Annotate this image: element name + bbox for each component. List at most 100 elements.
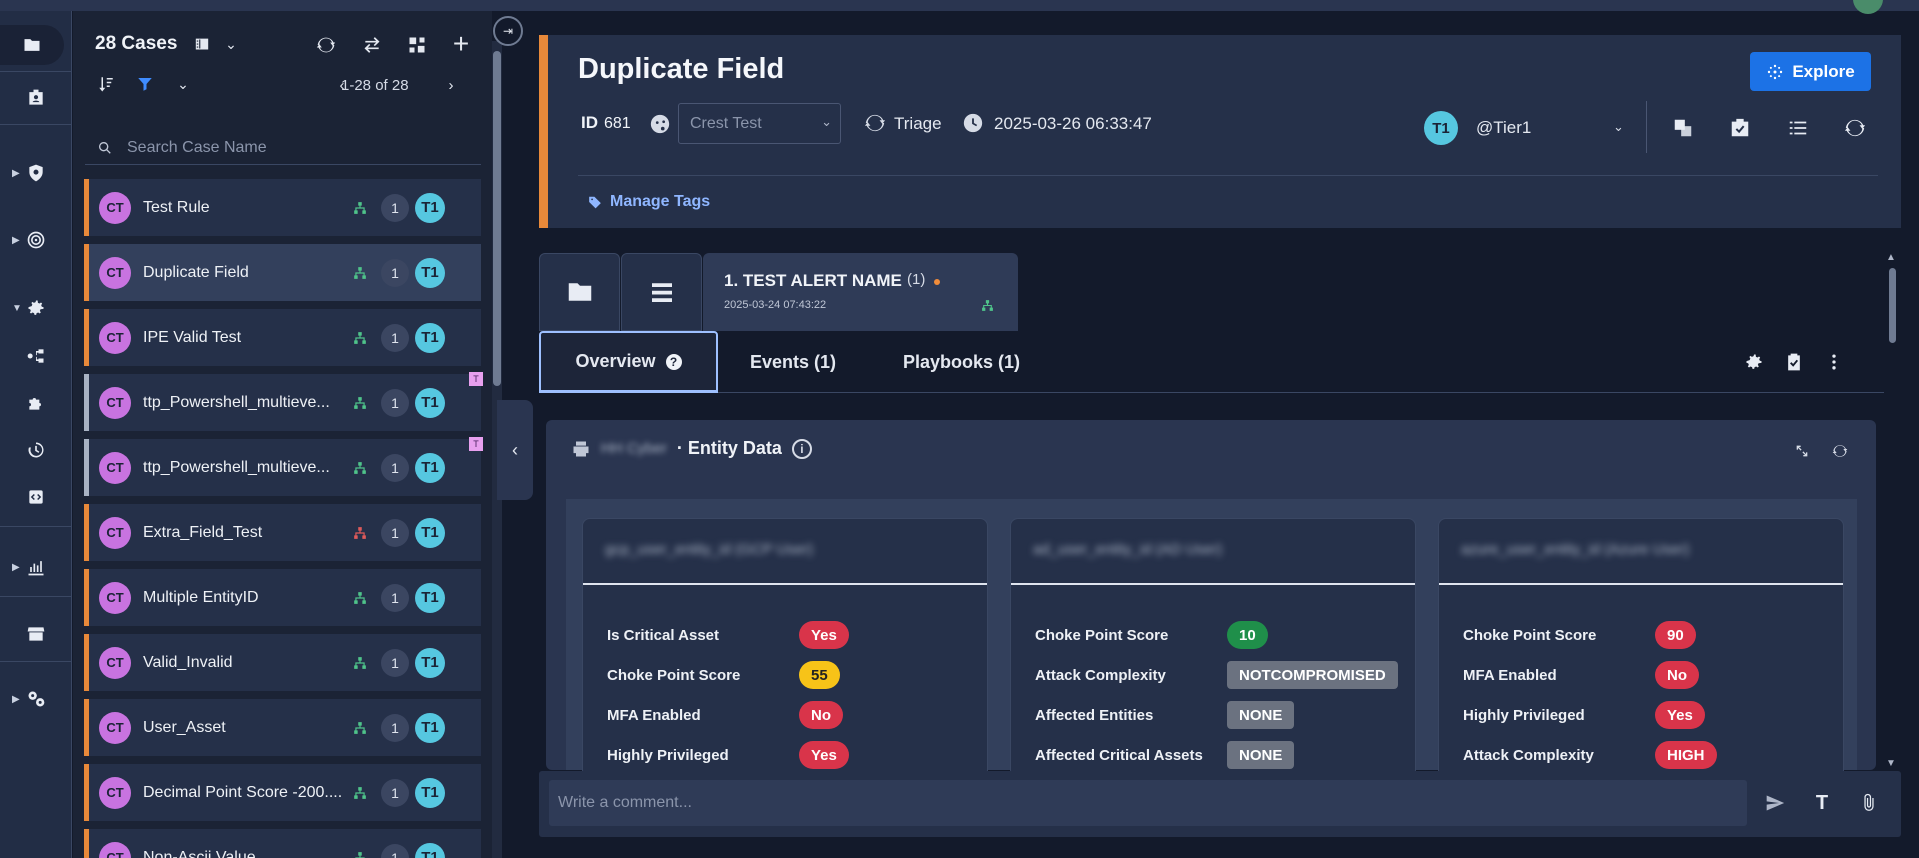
alerts-folder-button[interactable]: [539, 253, 620, 331]
manage-tags-link[interactable]: Manage Tags: [588, 193, 710, 211]
card-divider: [1439, 583, 1843, 585]
rail-entities[interactable]: [0, 78, 72, 118]
more-options-button[interactable]: [1823, 351, 1845, 373]
search-icon: [99, 141, 111, 154]
help-icon[interactable]: ?: [665, 353, 682, 370]
stage-label[interactable]: Triage: [894, 114, 942, 134]
swap-button[interactable]: [360, 33, 384, 57]
send-icon: [1766, 795, 1785, 811]
alert-count-badge: 1: [381, 518, 409, 547]
layout-button[interactable]: [405, 33, 429, 57]
case-list-scrollbar[interactable]: [493, 51, 501, 386]
refresh-case-button[interactable]: [1842, 115, 1868, 141]
rail-detect[interactable]: ▶: [0, 220, 72, 260]
rail-code[interactable]: [0, 477, 72, 517]
rail-marketplace[interactable]: [0, 614, 72, 654]
panel-split-toggle[interactable]: ⇥: [493, 16, 523, 46]
next-page-button[interactable]: ›: [444, 75, 458, 95]
rail-reports[interactable]: ▶: [0, 547, 72, 587]
case-row[interactable]: CT ttp_Powershell_multieve... 1 T1 T: [84, 372, 483, 431]
case-row[interactable]: CT Duplicate Field 1 T1: [84, 244, 481, 301]
search-input[interactable]: [127, 138, 467, 157]
expand-button[interactable]: [1793, 442, 1811, 460]
text-format-button[interactable]: T: [1810, 791, 1834, 815]
case-row[interactable]: CT User_Asset 1 T1: [84, 699, 481, 756]
attribute-value-badge: No: [799, 701, 843, 729]
user-avatar[interactable]: [1853, 0, 1883, 14]
case-row[interactable]: CT Multiple EntityID 1 T1: [84, 569, 481, 626]
alert-date: 2025-03-24 07:43:22: [724, 299, 827, 311]
sort-icon: [99, 77, 113, 92]
alerts-list-button[interactable]: [621, 253, 702, 331]
case-avatar: CT: [99, 321, 131, 354]
paperclip-icon: [1864, 793, 1874, 811]
clipboard-button[interactable]: [1783, 351, 1805, 373]
alert-count: (1): [907, 271, 926, 288]
list-button[interactable]: [1785, 115, 1811, 141]
rail-divider: [0, 124, 72, 125]
tier-badge: T1: [415, 517, 445, 548]
add-case-button[interactable]: +: [448, 28, 474, 59]
case-name: Test Rule: [143, 198, 210, 216]
tab-overview[interactable]: Overview ?: [539, 331, 718, 393]
id-value: 681: [604, 115, 631, 132]
list-icon: [651, 283, 672, 302]
send-button[interactable]: [1763, 791, 1787, 815]
main-scrollbar[interactable]: [1889, 268, 1896, 343]
info-icon[interactable]: i: [791, 438, 812, 459]
chart-icon: [28, 561, 44, 576]
alert-count-badge: 1: [381, 648, 409, 677]
refresh-icon: [1844, 119, 1866, 137]
comment-input[interactable]: [549, 780, 1747, 826]
rail-settings[interactable]: ▶: [0, 679, 72, 719]
grid-layout-icon: [409, 37, 425, 53]
hierarchy-icon: [354, 331, 366, 344]
settings-button[interactable]: [1743, 351, 1765, 373]
case-row[interactable]: CT Extra_Field_Test 1 T1: [84, 504, 481, 561]
rail-integrations[interactable]: [0, 383, 72, 423]
copy-button[interactable]: [1670, 115, 1696, 141]
refresh-entity-button[interactable]: [1831, 442, 1849, 460]
view-dropdown-chevron-icon[interactable]: ⌄: [220, 33, 242, 55]
case-row[interactable]: CT Valid_Invalid 1 T1: [84, 634, 481, 691]
source-value: Crest Test: [690, 114, 762, 132]
alert-tab[interactable]: 1. TEST ALERT NAME (1) 2025-03-24 07:43:…: [703, 253, 1018, 331]
case-header: Duplicate Field Explore ID 681 Crest Tes…: [539, 35, 1901, 228]
filter-dropdown-chevron-icon[interactable]: ⌄: [172, 73, 194, 95]
scroll-down-arrow[interactable]: ▼: [1886, 758, 1896, 769]
collapse-list-button[interactable]: ‹: [497, 400, 533, 500]
explore-button[interactable]: Explore: [1750, 52, 1871, 91]
attach-button[interactable]: [1857, 791, 1881, 815]
case-row[interactable]: CT Non-Ascii Value 1 T1: [84, 829, 481, 858]
case-row[interactable]: CT ttp_Powershell_multieve... 1 T1 T: [84, 437, 483, 496]
copy-icon: [1674, 119, 1692, 137]
rail-history[interactable]: [0, 430, 72, 470]
case-search: [85, 131, 481, 165]
rail-threat[interactable]: ▶: [0, 153, 72, 193]
owner-select[interactable]: @Tier1: [1476, 118, 1531, 138]
source-select[interactable]: Crest Test ⌄: [678, 103, 841, 144]
case-row[interactable]: CT Decimal Point Score -200.... 1 T1: [84, 764, 481, 821]
filter-button[interactable]: [134, 73, 156, 95]
attribute-label: MFA Enabled: [1463, 666, 1557, 684]
chevron-down-icon[interactable]: ⌄: [1613, 119, 1624, 135]
scroll-up-arrow[interactable]: ▲: [1886, 252, 1896, 263]
sort-button[interactable]: [95, 73, 117, 95]
entity-data-panel: HH Cyber · Entity Data i gcp_user_entity…: [546, 420, 1876, 778]
tier-badge: T1: [415, 647, 445, 678]
tasks-button[interactable]: [1727, 115, 1753, 141]
case-name: User_Asset: [143, 718, 226, 736]
tab-events[interactable]: Events (1): [750, 331, 836, 393]
case-avatar: CT: [99, 711, 131, 744]
list-view-icon: [194, 37, 210, 51]
tab-playbooks[interactable]: Playbooks (1): [903, 331, 1020, 393]
rail-automation[interactable]: ▼: [0, 288, 72, 328]
case-row[interactable]: CT IPE Valid Test 1 T1: [84, 309, 481, 366]
rail-workflows[interactable]: [0, 336, 72, 376]
clock-icon: [962, 112, 984, 134]
rail-cases[interactable]: [0, 25, 64, 65]
case-row[interactable]: CT Test Rule 1 T1: [84, 179, 481, 236]
entity-attribute-row: MFA Enabled No: [607, 701, 843, 729]
refresh-button[interactable]: [314, 33, 338, 57]
view-toggle-button[interactable]: [191, 33, 213, 55]
